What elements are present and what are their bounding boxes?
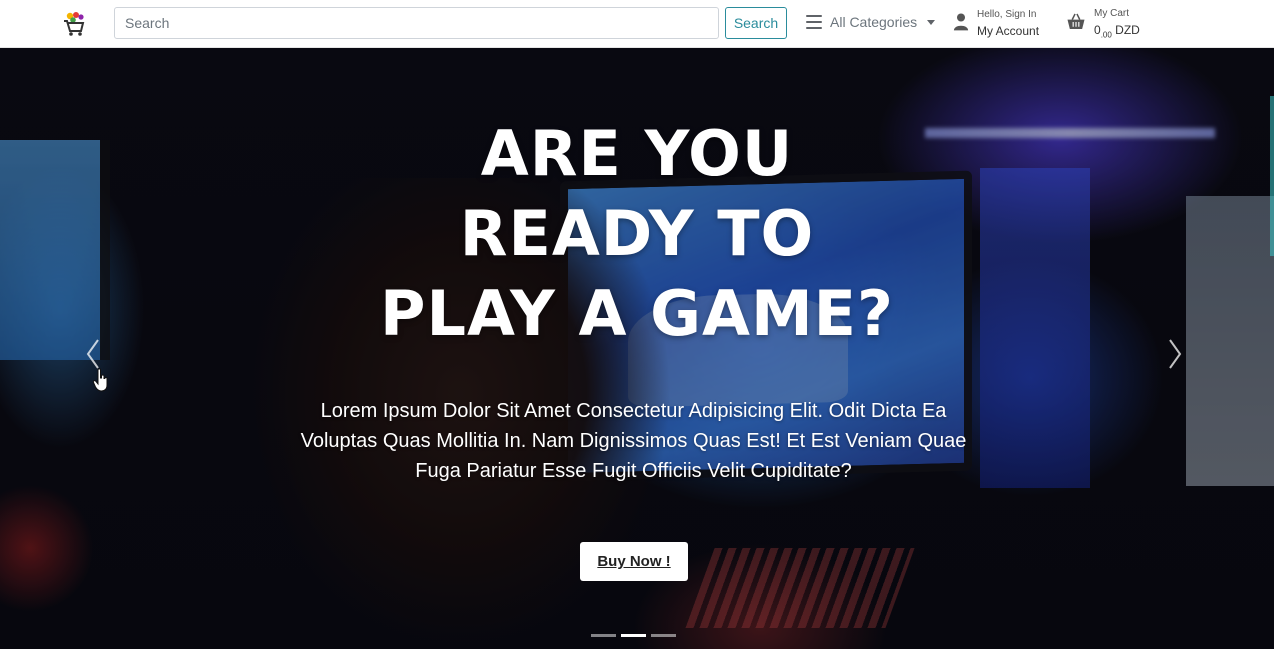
hero-description-line: Voluptas Quas Mollitia In. Nam Dignissim…	[300, 430, 967, 452]
account-label: My Account	[977, 24, 1040, 39]
account-greeting: Hello, Sign In	[977, 9, 1037, 21]
hero-title-line: READY TO	[459, 197, 815, 270]
hero-title-line: ARE YOU	[480, 117, 794, 190]
search-button[interactable]: Search	[725, 7, 787, 39]
carousel-indicator[interactable]	[621, 634, 646, 637]
account-menu[interactable]: Hello, Sign In My Account	[953, 6, 1039, 42]
carousel-next-button[interactable]	[1160, 330, 1190, 378]
basket-icon	[1066, 13, 1086, 35]
cart-label: My Cart	[1094, 8, 1129, 19]
page-scrollbar[interactable]	[1270, 96, 1274, 256]
cart-menu[interactable]: My Cart 0.00 DZD	[1066, 6, 1140, 42]
user-icon	[953, 12, 969, 36]
caret-down-icon	[927, 19, 936, 25]
carousel-indicators	[591, 634, 676, 637]
carousel-indicator[interactable]	[651, 634, 676, 637]
hero-title-line: PLAY A GAME?	[380, 277, 894, 350]
hand-pointer-cursor-icon	[92, 368, 110, 392]
top-navbar: Search All Categories Hello, Sign In My …	[0, 0, 1274, 48]
cart-amount: 0	[1094, 23, 1101, 37]
carousel-indicator[interactable]	[591, 634, 616, 637]
buy-now-button[interactable]: Buy Now !	[580, 542, 688, 581]
hero-description: Lorem Ipsum Dolor Sit Amet Consectetur A…	[300, 396, 967, 486]
hero-description-line: Fuga Pariatur Esse Fugit Officiis Velit …	[415, 460, 852, 482]
hamburger-menu-icon	[806, 15, 822, 29]
categories-label: All Categories	[830, 14, 918, 30]
hero-title: ARE YOU READY TO PLAY A GAME?	[0, 114, 1274, 354]
search-input[interactable]	[114, 7, 719, 39]
cart-total: 0.00 DZD	[1094, 23, 1140, 40]
chevron-right-icon	[1169, 339, 1182, 369]
categories-dropdown[interactable]: All Categories	[806, 11, 936, 33]
hero-carousel: ARE YOU READY TO PLAY A GAME? Lorem Ipsu…	[0, 48, 1274, 649]
cart-currency: DZD	[1115, 23, 1140, 37]
hero-description-line: Lorem Ipsum Dolor Sit Amet Consectetur A…	[320, 400, 947, 422]
cart-amount-decimals: .00	[1100, 30, 1112, 40]
cart-logo-icon[interactable]	[62, 11, 86, 37]
